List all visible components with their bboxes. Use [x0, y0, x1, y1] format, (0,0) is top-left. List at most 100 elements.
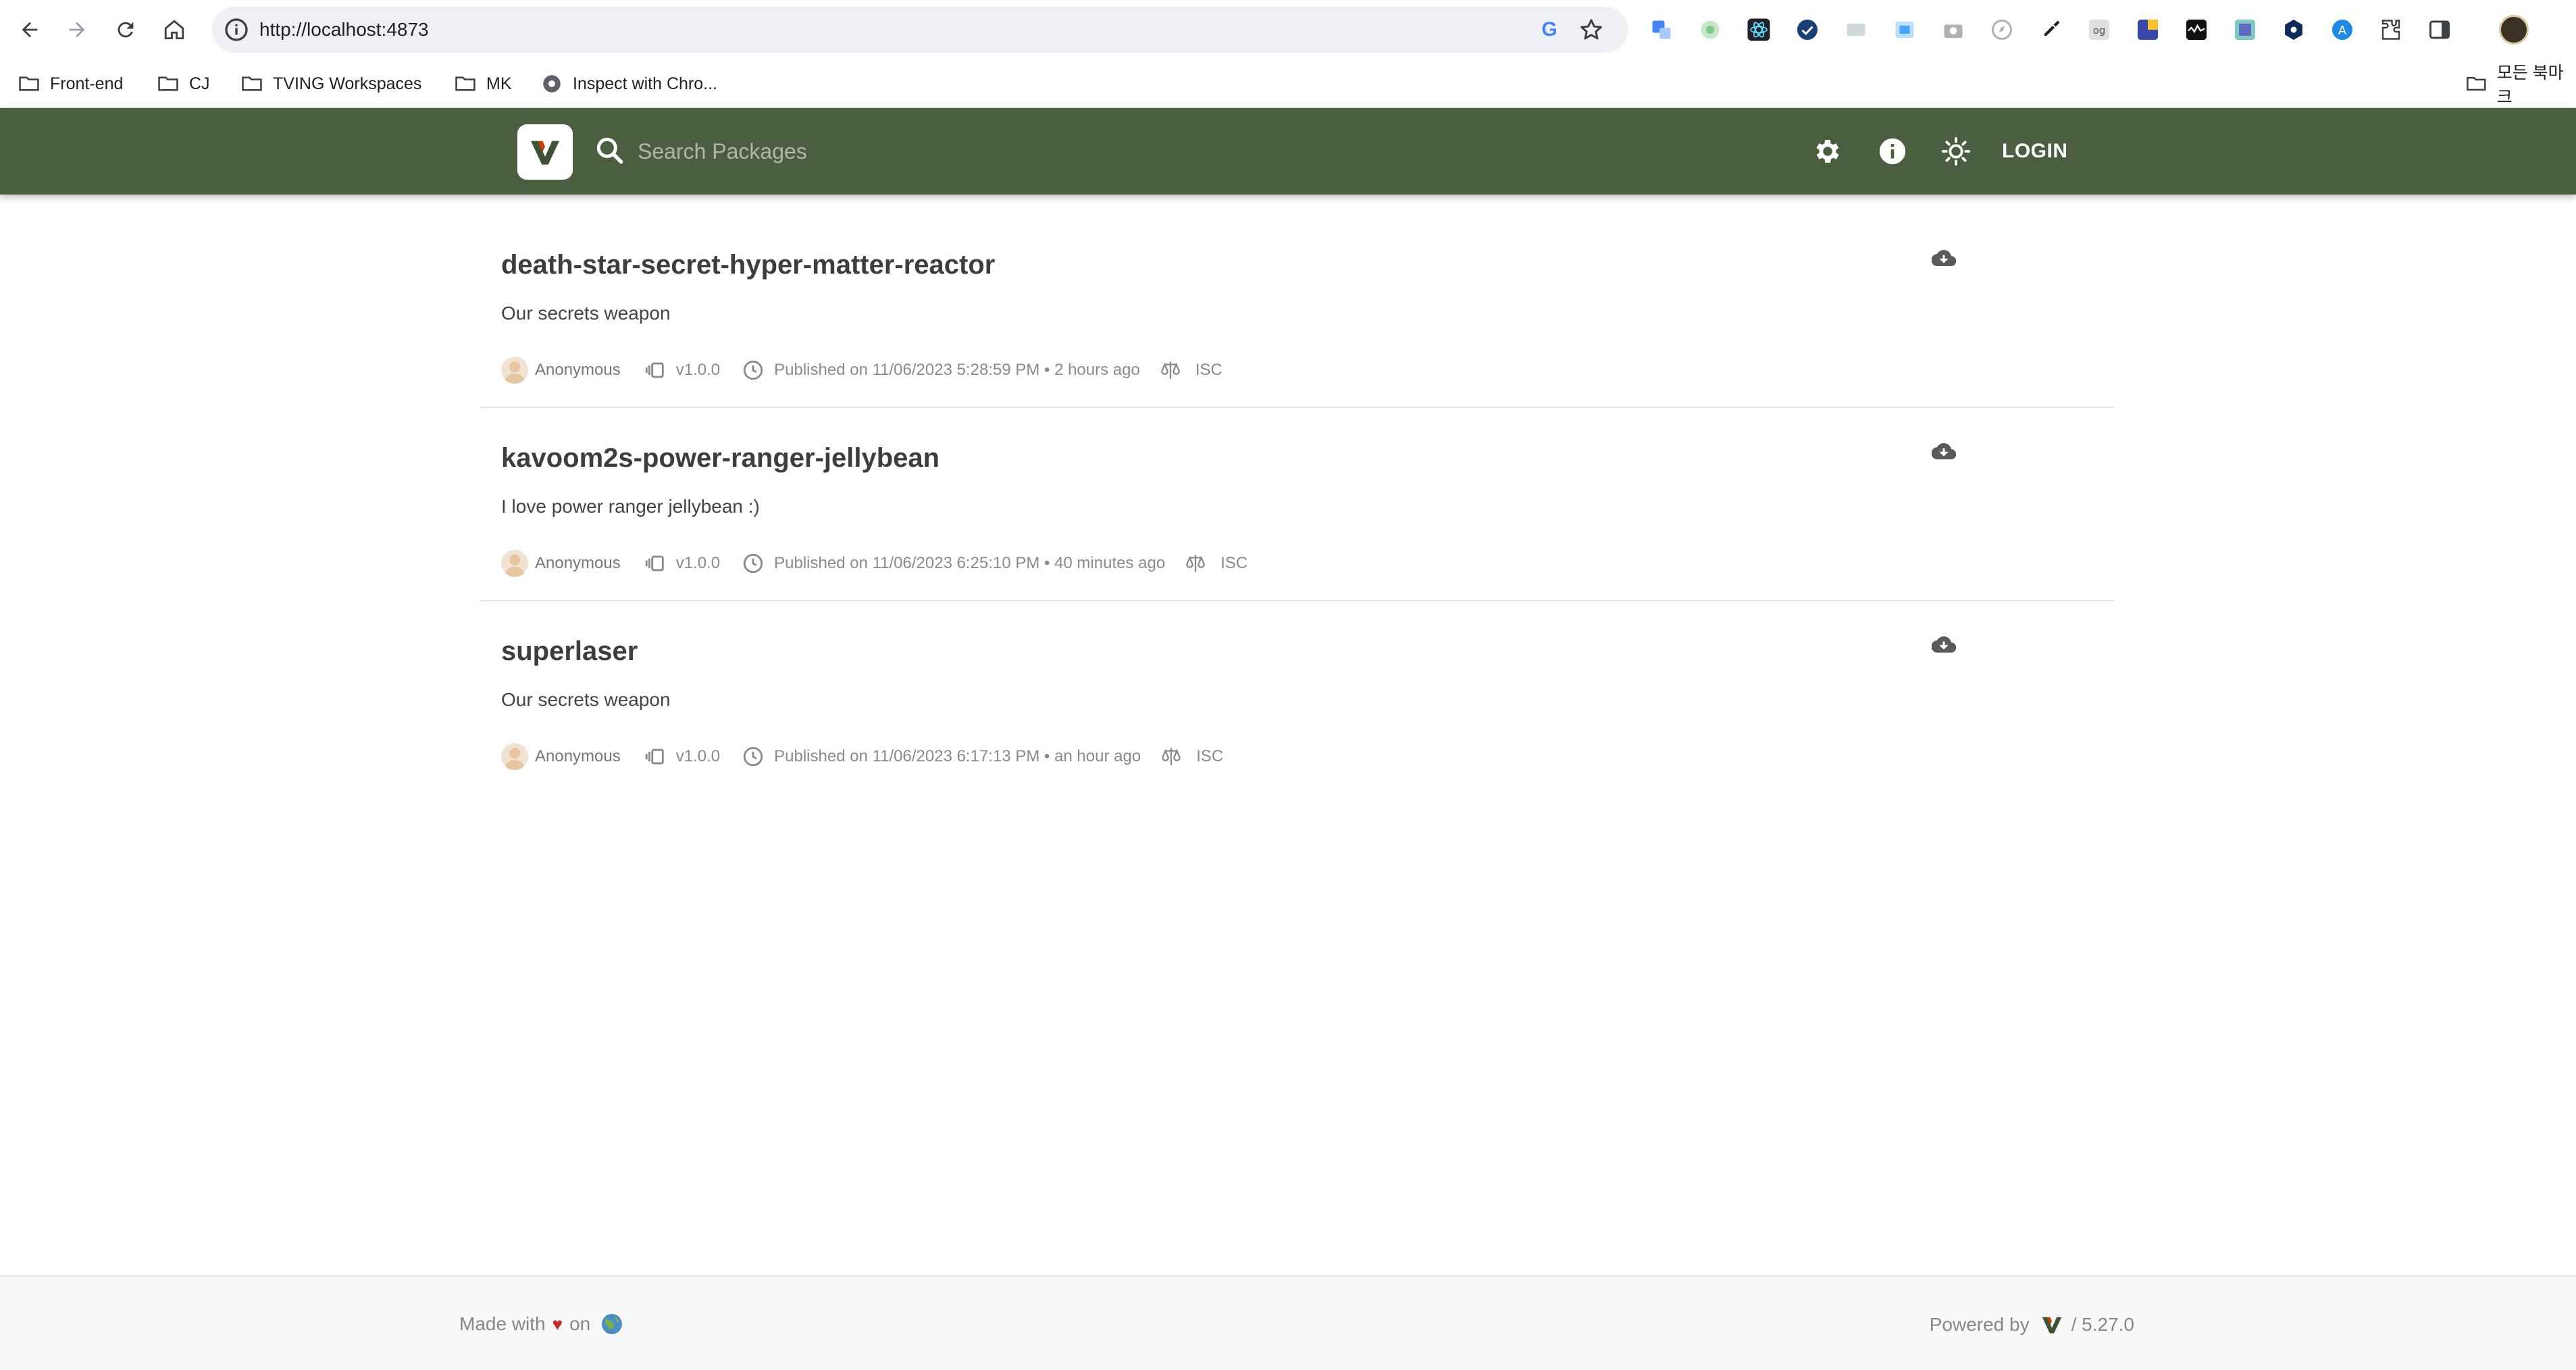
package-license: ISC — [1195, 361, 1222, 379]
powered-by: Powered by / 5.27.0 — [1930, 1312, 2134, 1338]
folder-icon — [455, 76, 475, 91]
globe-icon — [602, 1314, 623, 1334]
package-name-link[interactable]: superlaser — [501, 636, 638, 667]
extensions-menu[interactable] — [2377, 16, 2404, 43]
package-name-link[interactable]: death-star-secret-hyper-matter-reactor — [501, 250, 995, 280]
extensions-row: og A — [1648, 14, 2475, 46]
folder-icon — [242, 76, 262, 91]
og-extension[interactable]: og — [2086, 16, 2113, 43]
extension-12[interactable] — [2183, 16, 2210, 43]
bookmark-label: TVING Workspaces — [273, 74, 422, 93]
search-icon — [596, 137, 623, 164]
info-button[interactable] — [1875, 134, 1910, 169]
clock-icon — [743, 553, 763, 574]
package-license: ISC — [1196, 747, 1224, 765]
package-meta: Anonymous v1.0.0 Published on 11/06/2023… — [501, 742, 1223, 771]
package-list: death-star-secret-hyper-matter-reactor O… — [480, 215, 2114, 794]
extension-6[interactable] — [1891, 16, 1918, 43]
reload-button[interactable] — [111, 15, 140, 45]
back-button[interactable] — [15, 15, 45, 45]
on-label: on — [569, 1313, 591, 1334]
profile-avatar[interactable] — [2499, 15, 2529, 45]
cloud-download-icon[interactable] — [1932, 439, 1956, 463]
site-info-icon[interactable] — [223, 16, 250, 43]
verdaccio-logo[interactable] — [517, 124, 573, 180]
info-icon — [1879, 138, 1906, 165]
verdaccio-logo-icon[interactable] — [2039, 1312, 2065, 1338]
scale-icon — [1160, 361, 1180, 379]
check-extension[interactable] — [1794, 16, 1821, 43]
compass-icon — [1992, 20, 2012, 40]
react-icon — [1747, 18, 1770, 41]
published-date: Published on 11/06/2023 5:28:59 PM • 2 h… — [774, 361, 1140, 379]
published-date: Published on 11/06/2023 6:17:13 PM • an … — [774, 747, 1141, 765]
google-icon[interactable]: G — [1537, 18, 1562, 42]
clock-icon — [743, 746, 763, 767]
author-name[interactable]: Anonymous — [535, 361, 621, 380]
bookmark-mk[interactable]: MK — [454, 59, 512, 108]
folder-icon — [158, 76, 178, 91]
made-with-label: Made with — [459, 1313, 546, 1334]
extension-2[interactable] — [1697, 16, 1724, 43]
screenshot-extension[interactable] — [1940, 16, 1967, 43]
side-panel-button[interactable] — [2426, 16, 2453, 43]
extension-11[interactable] — [2134, 16, 2161, 43]
address-bar[interactable]: http://localhost:4873 G — [212, 7, 1628, 53]
package-item: kavoom2s-power-ranger-jellybean I love p… — [480, 408, 2114, 601]
bookmark-front-end[interactable]: Front-end — [18, 59, 123, 108]
extension-13[interactable] — [2232, 16, 2259, 43]
reload-icon — [118, 22, 134, 38]
package-meta: Anonymous v1.0.0 Published on 11/06/2023… — [501, 549, 1247, 578]
package-item: superlaser Our secrets weapon Anonymous … — [480, 601, 2114, 794]
scale-icon — [1162, 748, 1181, 765]
version-icon — [645, 362, 664, 378]
settings-button[interactable] — [1810, 134, 1845, 169]
package-version: v1.0.0 — [675, 361, 721, 379]
author-name[interactable]: Anonymous — [535, 747, 621, 766]
package-description: Our secrets weapon — [501, 689, 671, 710]
bookmark-label: CJ — [189, 74, 210, 93]
app-version: / 5.27.0 — [2071, 1314, 2134, 1335]
og-icon: og — [2089, 20, 2109, 40]
forward-button[interactable] — [62, 15, 92, 45]
extension-5[interactable] — [1843, 16, 1870, 43]
author-avatar — [501, 357, 528, 384]
folder-icon — [19, 76, 39, 91]
package-name-link[interactable]: kavoom2s-power-ranger-jellybean — [501, 443, 939, 474]
author-avatar — [501, 743, 528, 770]
cloud-download-icon[interactable] — [1932, 246, 1956, 270]
bookmark-star-icon[interactable] — [1578, 16, 1605, 43]
extension-15[interactable]: A — [2329, 16, 2356, 43]
react-devtools-extension[interactable] — [1745, 16, 1772, 43]
folder-icon — [2467, 76, 2486, 91]
bookmark-cj[interactable]: CJ — [157, 59, 210, 108]
extension-8[interactable] — [1988, 16, 2015, 43]
login-button[interactable]: LOGIN — [2002, 134, 2068, 169]
author-name[interactable]: Anonymous — [535, 554, 621, 573]
eyedropper-extension[interactable] — [2037, 16, 2064, 43]
theme-toggle-button[interactable] — [1938, 134, 1974, 169]
search-input[interactable] — [638, 128, 1448, 174]
sun-icon — [1941, 136, 1971, 166]
all-bookmarks[interactable]: 모든 북마크 — [2465, 59, 2576, 108]
svg-text:og: og — [2093, 24, 2106, 36]
package-version: v1.0.0 — [675, 554, 721, 572]
home-icon — [164, 20, 184, 40]
extension-14[interactable] — [2280, 16, 2307, 43]
bookmark-tving-workspaces[interactable]: TVING Workspaces — [240, 59, 421, 108]
url-text[interactable]: http://localhost:4873 — [259, 7, 429, 53]
package-meta: Anonymous v1.0.0 Published on 11/06/2023… — [501, 355, 1222, 385]
browser-toolbar: http://localhost:4873 G og A — [0, 0, 2576, 59]
verdaccio-logo-icon — [531, 141, 559, 165]
home-button[interactable] — [159, 15, 189, 45]
bookmark-label: Front-end — [50, 74, 124, 93]
waveform-icon — [2186, 20, 2207, 40]
bookmark-inspect-with-chrome[interactable]: Inspect with Chro... — [540, 59, 717, 108]
version-icon — [645, 749, 664, 765]
cloud-download-icon[interactable] — [1932, 632, 1956, 657]
package-version: v1.0.0 — [675, 747, 721, 765]
gear-icon — [1816, 140, 1839, 163]
footer: Made with ♥ on Powered by / 5.27.0 — [0, 1275, 2576, 1370]
translate-extension[interactable] — [1648, 16, 1675, 43]
clock-icon — [743, 360, 763, 380]
